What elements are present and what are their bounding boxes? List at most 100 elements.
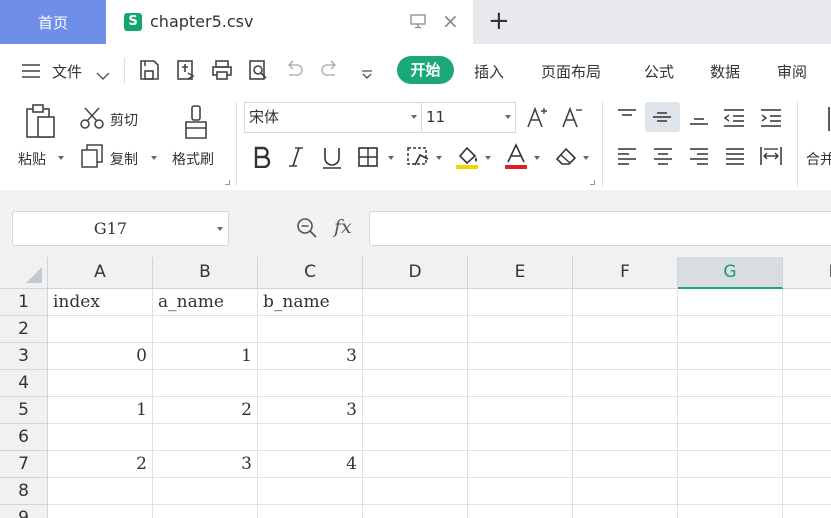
align-middle-icon[interactable] [651,108,673,130]
cell-d3[interactable] [363,343,468,370]
close-tab-icon[interactable]: × [442,11,459,31]
cell-f4[interactable] [573,370,678,397]
print-icon[interactable] [211,59,233,85]
paste-button[interactable]: 粘贴 [18,149,46,169]
cell-g8[interactable] [678,478,783,505]
cell-a3[interactable]: 0 [48,343,153,370]
row-header-4[interactable]: 4 [0,370,48,397]
cell-d1[interactable] [363,289,468,316]
row-header-9[interactable]: 9 [0,505,48,518]
zoom-search-icon[interactable] [296,217,318,243]
align-top-icon[interactable] [616,108,638,130]
decrease-font-size-icon[interactable] [561,105,585,133]
cell-h2[interactable] [783,316,831,343]
cell-c8[interactable] [258,478,363,505]
merge-button[interactable]: 合并 [806,149,831,169]
column-header-a[interactable]: A [48,257,153,289]
align-left-icon[interactable] [616,147,638,171]
menu-page-layout[interactable]: 页面布局 [541,61,601,82]
menu-home-tab[interactable]: 开始 [397,56,454,84]
cell-a6[interactable] [48,424,153,451]
cell-h4[interactable] [783,370,831,397]
cell-h5[interactable] [783,397,831,424]
export-icon[interactable] [175,59,197,85]
cell-h8[interactable] [783,478,831,505]
cell-h6[interactable] [783,424,831,451]
select-all-button[interactable] [0,257,48,289]
cell-c2[interactable] [258,316,363,343]
cell-d9[interactable] [363,505,468,518]
cell-g9[interactable] [678,505,783,518]
cell-e8[interactable] [468,478,573,505]
cell-f9[interactable] [573,505,678,518]
menu-data[interactable]: 数据 [710,61,740,82]
cell-f5[interactable] [573,397,678,424]
cell-e6[interactable] [468,424,573,451]
align-right-icon[interactable] [688,147,710,171]
cell-g7[interactable] [678,451,783,478]
cell-a4[interactable] [48,370,153,397]
row-header-5[interactable]: 5 [0,397,48,424]
decrease-indent-icon[interactable] [722,108,746,132]
cell-h9[interactable] [783,505,831,518]
align-bottom-icon[interactable] [688,108,710,130]
cell-b9[interactable] [153,505,258,518]
menu-review[interactable]: 审阅 [777,61,807,82]
font-size-select[interactable]: 11 [421,102,516,133]
cell-e2[interactable] [468,316,573,343]
cell-h1[interactable] [783,289,831,316]
fill-color-dropdown-icon[interactable] [485,156,491,160]
cell-f8[interactable] [573,478,678,505]
cell-a7[interactable]: 2 [48,451,153,478]
align-center-icon[interactable] [652,147,674,171]
undo-icon[interactable] [283,59,305,85]
row-header-7[interactable]: 7 [0,451,48,478]
cell-c5[interactable]: 3 [258,397,363,424]
row-header-2[interactable]: 2 [0,316,48,343]
column-header-d[interactable]: D [363,257,468,289]
chevron-down-icon[interactable] [96,66,110,85]
insert-function-button[interactable]: fx [334,216,352,238]
cell-b3[interactable]: 1 [153,343,258,370]
column-header-g[interactable]: G [678,257,783,289]
justify-icon[interactable] [724,147,746,171]
increase-indent-icon[interactable] [759,108,783,132]
paste-dropdown-icon[interactable] [58,156,64,160]
cell-d7[interactable] [363,451,468,478]
clear-dropdown-icon[interactable] [583,156,589,160]
cell-b8[interactable] [153,478,258,505]
column-header-f[interactable]: F [573,257,678,289]
cell-b4[interactable] [153,370,258,397]
format-painter-icon[interactable] [183,104,211,144]
cell-h7[interactable] [783,451,831,478]
cell-c4[interactable] [258,370,363,397]
cell-g1[interactable] [678,289,783,316]
tab-document[interactable]: S chapter5.csv × [106,0,473,44]
menu-insert[interactable]: 插入 [474,61,504,82]
cell-e4[interactable] [468,370,573,397]
add-tab-icon[interactable]: + [488,8,510,34]
tab-home[interactable]: 首页 [0,0,106,44]
copy-dropdown-icon[interactable] [151,156,157,160]
cell-g4[interactable] [678,370,783,397]
font-group-launcher[interactable] [590,180,595,185]
eraser-icon[interactable] [553,145,579,171]
cell-g5[interactable] [678,397,783,424]
cell-d6[interactable] [363,424,468,451]
formula-input[interactable] [369,211,831,246]
cell-c1[interactable]: b_name [258,289,363,316]
bold-icon[interactable] [252,146,272,172]
column-header-h[interactable]: H [783,257,831,289]
cell-d8[interactable] [363,478,468,505]
underline-icon[interactable] [321,146,343,174]
font-color-dropdown-icon[interactable] [534,156,540,160]
cell-f7[interactable] [573,451,678,478]
cell-g6[interactable] [678,424,783,451]
print-preview-icon[interactable] [247,59,269,85]
menu-formulas[interactable]: 公式 [644,61,674,82]
scissors-icon[interactable] [80,107,104,133]
fill-color-icon[interactable] [454,144,480,174]
row-header-6[interactable]: 6 [0,424,48,451]
cell-b6[interactable] [153,424,258,451]
name-box[interactable]: G17 [12,211,229,246]
